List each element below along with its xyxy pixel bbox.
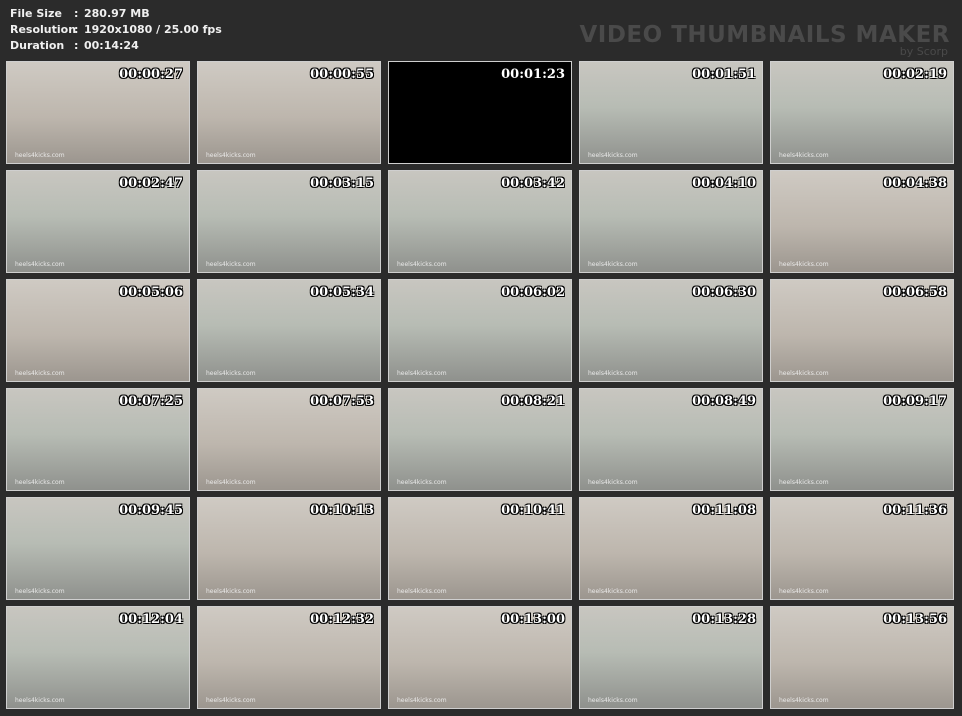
thumbnail-watermark: heels4kicks.com xyxy=(588,479,638,486)
thumbnail-timestamp: 00:09:45 xyxy=(119,503,183,518)
thumbnail-watermark: heels4kicks.com xyxy=(15,697,65,704)
video-thumbnail[interactable]: heels4kicks.com 00:13:00 xyxy=(388,606,572,709)
thumbnail-grid: heels4kicks.com 00:00:27 heels4kicks.com 00… xyxy=(0,0,962,716)
video-thumbnail[interactable]: heels4kicks.com 00:12:32 xyxy=(197,606,381,709)
video-thumbnail[interactable]: heels4kicks.com 00:06:02 xyxy=(388,279,572,382)
video-thumbnail[interactable]: heels4kicks.com 00:13:56 xyxy=(770,606,954,709)
video-thumbnail[interactable]: heels4kicks.com 00:06:58 xyxy=(770,279,954,382)
thumbnail-watermark: heels4kicks.com xyxy=(206,697,256,704)
thumbnail-timestamp: 00:13:56 xyxy=(883,612,947,627)
thumbnail-timestamp: 00:03:42 xyxy=(501,176,565,191)
thumbnail-watermark: heels4kicks.com xyxy=(397,479,447,486)
video-thumbnail[interactable]: heels4kicks.com 00:10:41 xyxy=(388,497,572,600)
video-thumbnail[interactable]: heels4kicks.com 00:07:25 xyxy=(6,388,190,491)
video-thumbnail[interactable]: heels4kicks.com 00:12:04 xyxy=(6,606,190,709)
thumbnail-watermark: heels4kicks.com xyxy=(779,152,829,159)
thumbnail-watermark: heels4kicks.com xyxy=(588,261,638,268)
thumbnail-timestamp: 00:05:06 xyxy=(119,285,183,300)
video-thumbnail[interactable]: heels4kicks.com 00:03:15 xyxy=(197,170,381,273)
thumbnail-watermark: heels4kicks.com xyxy=(397,261,447,268)
thumbnail-timestamp: 00:02:19 xyxy=(883,67,947,82)
thumbnail-timestamp: 00:04:38 xyxy=(883,176,947,191)
video-thumbnail[interactable]: heels4kicks.com 00:01:51 xyxy=(579,61,763,164)
thumbnail-timestamp: 00:08:21 xyxy=(501,394,565,409)
video-thumbnail[interactable]: heels4kicks.com 00:10:13 xyxy=(197,497,381,600)
thumbnail-watermark: heels4kicks.com xyxy=(15,370,65,377)
thumbnail-timestamp: 00:10:41 xyxy=(501,503,565,518)
thumbnail-watermark: heels4kicks.com xyxy=(397,588,447,595)
thumbnail-watermark: heels4kicks.com xyxy=(779,479,829,486)
video-thumbnail[interactable]: heels4kicks.com 00:07:53 xyxy=(197,388,381,491)
thumbnail-timestamp: 00:06:30 xyxy=(692,285,756,300)
thumbnail-timestamp: 00:00:27 xyxy=(119,67,183,82)
thumbnail-watermark: heels4kicks.com xyxy=(779,697,829,704)
video-thumbnail[interactable]: heels4kicks.com 00:00:55 xyxy=(197,61,381,164)
video-thumbnail[interactable]: heels4kicks.com 00:06:30 xyxy=(579,279,763,382)
thumbnail-watermark: heels4kicks.com xyxy=(206,370,256,377)
thumbnail-timestamp: 00:01:51 xyxy=(692,67,756,82)
thumbnail-timestamp: 00:02:47 xyxy=(119,176,183,191)
thumbnail-timestamp: 00:10:13 xyxy=(310,503,374,518)
video-thumbnail[interactable]: heels4kicks.com 00:08:49 xyxy=(579,388,763,491)
thumbnail-timestamp: 00:00:55 xyxy=(310,67,374,82)
thumbnail-watermark: heels4kicks.com xyxy=(779,588,829,595)
video-thumbnail[interactable]: heels4kicks.com 00:11:36 xyxy=(770,497,954,600)
video-thumbnail[interactable]: heels4kicks.com 00:00:27 xyxy=(6,61,190,164)
thumbnail-watermark: heels4kicks.com xyxy=(588,370,638,377)
thumbnail-watermark: heels4kicks.com xyxy=(206,479,256,486)
thumbnail-watermark: heels4kicks.com xyxy=(779,370,829,377)
video-thumbnail[interactable]: 00:01:23 xyxy=(388,61,572,164)
video-thumbnail[interactable]: heels4kicks.com 00:08:21 xyxy=(388,388,572,491)
thumbnail-timestamp: 00:13:28 xyxy=(692,612,756,627)
video-thumbnail[interactable]: heels4kicks.com 00:11:08 xyxy=(579,497,763,600)
thumbnail-watermark: heels4kicks.com xyxy=(206,152,256,159)
video-thumbnail[interactable]: heels4kicks.com 00:09:45 xyxy=(6,497,190,600)
thumbnail-watermark: heels4kicks.com xyxy=(397,697,447,704)
video-thumbnail[interactable]: heels4kicks.com 00:13:28 xyxy=(579,606,763,709)
video-thumbnail[interactable]: heels4kicks.com 00:04:10 xyxy=(579,170,763,273)
thumbnail-timestamp: 00:04:10 xyxy=(692,176,756,191)
video-thumbnail[interactable]: heels4kicks.com 00:05:06 xyxy=(6,279,190,382)
thumbnail-watermark: heels4kicks.com xyxy=(779,261,829,268)
thumbnail-timestamp: 00:11:08 xyxy=(692,503,756,518)
thumbnail-timestamp: 00:11:36 xyxy=(883,503,947,518)
video-thumbnail[interactable]: heels4kicks.com 00:09:17 xyxy=(770,388,954,491)
thumbnail-timestamp: 00:13:00 xyxy=(501,612,565,627)
thumbnail-timestamp: 00:03:15 xyxy=(310,176,374,191)
thumbnail-watermark: heels4kicks.com xyxy=(397,370,447,377)
thumbnail-timestamp: 00:12:32 xyxy=(310,612,374,627)
thumbnail-timestamp: 00:07:53 xyxy=(310,394,374,409)
thumbnail-watermark: heels4kicks.com xyxy=(15,588,65,595)
video-thumbnail[interactable]: heels4kicks.com 00:04:38 xyxy=(770,170,954,273)
thumbnail-watermark: heels4kicks.com xyxy=(15,261,65,268)
video-thumbnail[interactable]: heels4kicks.com 00:02:19 xyxy=(770,61,954,164)
thumbnail-timestamp: 00:05:34 xyxy=(310,285,374,300)
thumbnail-watermark: heels4kicks.com xyxy=(206,261,256,268)
thumbnail-watermark: heels4kicks.com xyxy=(588,152,638,159)
thumbnail-timestamp: 00:08:49 xyxy=(692,394,756,409)
video-thumbnail[interactable]: heels4kicks.com 00:05:34 xyxy=(197,279,381,382)
thumbnail-watermark: heels4kicks.com xyxy=(15,479,65,486)
thumbnail-timestamp: 00:01:23 xyxy=(501,67,565,82)
thumbnail-timestamp: 00:06:58 xyxy=(883,285,947,300)
video-thumbnail[interactable]: heels4kicks.com 00:02:47 xyxy=(6,170,190,273)
thumbnail-watermark: heels4kicks.com xyxy=(588,697,638,704)
thumbnail-watermark: heels4kicks.com xyxy=(588,588,638,595)
thumbnail-timestamp: 00:06:02 xyxy=(501,285,565,300)
video-thumbnail[interactable]: heels4kicks.com 00:03:42 xyxy=(388,170,572,273)
thumbnail-watermark: heels4kicks.com xyxy=(15,152,65,159)
thumbnail-timestamp: 00:09:17 xyxy=(883,394,947,409)
thumbnail-timestamp: 00:12:04 xyxy=(119,612,183,627)
thumbnail-watermark: heels4kicks.com xyxy=(206,588,256,595)
thumbnail-timestamp: 00:07:25 xyxy=(119,394,183,409)
